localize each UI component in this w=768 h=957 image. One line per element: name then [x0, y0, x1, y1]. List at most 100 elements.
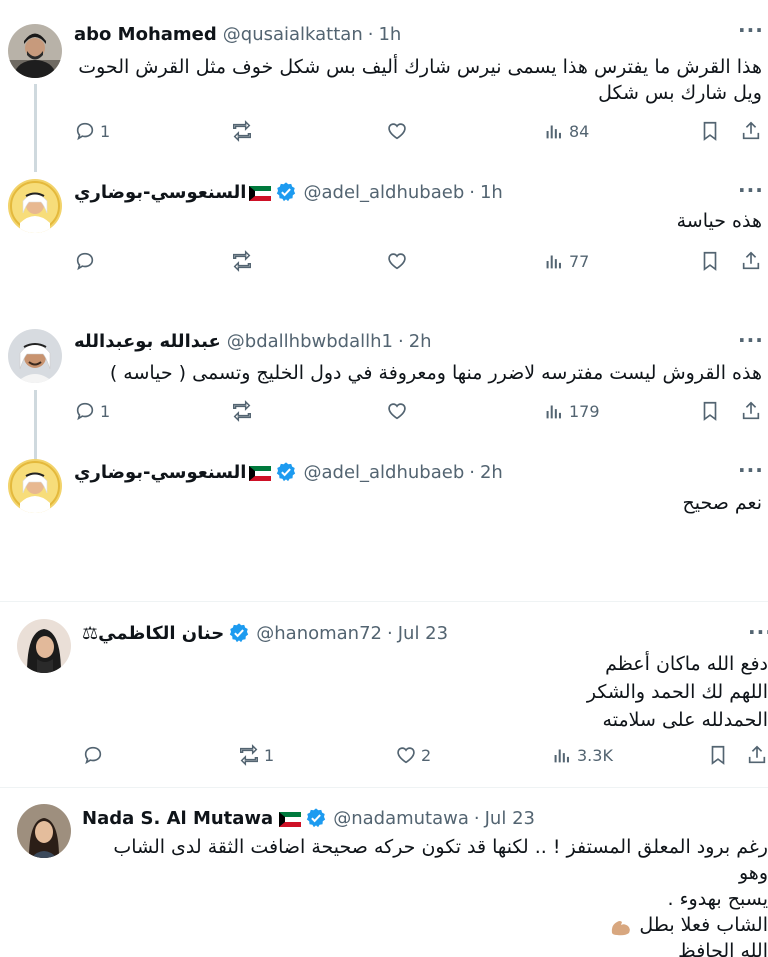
author-name[interactable]: السنعوسي-بوضاري — [74, 182, 246, 203]
retweet-button[interactable] — [231, 120, 257, 142]
retweet-count: 1 — [264, 745, 275, 765]
separator-dot: · — [469, 461, 475, 483]
tweet-5[interactable]: ⚖حنان الكاظمي @hanoman72 · Jul 23 ··· دف… — [0, 602, 768, 787]
like-button[interactable] — [386, 120, 412, 142]
like-button[interactable] — [386, 400, 412, 422]
tweet-4[interactable]: السنعوسي-بوضاري @adel_aldhubaeb · 2h ···… — [0, 450, 768, 600]
views-icon — [546, 125, 561, 139]
retweet-button[interactable]: 1 — [238, 744, 274, 766]
author-handle[interactable]: @nadamutawa — [333, 808, 469, 829]
author-name[interactable]: ⚖حنان الكاظمي — [82, 623, 224, 644]
kuwait-flag-icon — [249, 465, 272, 481]
like-button[interactable]: 2 — [395, 744, 431, 766]
tweet-3[interactable]: عبدالله بوعبدالله @bdallhbwbdallh1 · 2h … — [0, 320, 768, 460]
more-options-icon[interactable]: ··· — [738, 18, 764, 42]
kuwait-flag-icon — [249, 185, 272, 201]
tweet-text-line: هذه القروش ليست مفترسه لاضرر منها ومعروف… — [109, 362, 762, 384]
reply-icon — [76, 252, 94, 271]
like-button[interactable] — [386, 250, 412, 272]
views-icon — [546, 255, 561, 269]
share-icon — [742, 401, 760, 420]
bookmark-button[interactable] — [699, 400, 721, 422]
tweet-header: ⚖حنان الكاظمي @hanoman72 · Jul 23 — [82, 622, 448, 644]
author-handle[interactable]: @hanoman72 — [256, 623, 382, 644]
bookmark-button[interactable] — [699, 250, 721, 272]
views-icon — [546, 405, 561, 419]
share-button[interactable] — [740, 120, 762, 142]
timestamp[interactable]: 1h — [480, 182, 503, 203]
tweet-text: نعم صحيح — [74, 490, 762, 516]
author-name[interactable]: عبدالله بوعبدالله — [74, 331, 221, 352]
tweet-actions: 1 179 — [0, 400, 768, 430]
tweet-actions: 1 2 3.3K — [0, 744, 768, 774]
author-handle[interactable]: @adel_aldhubaeb — [303, 182, 464, 203]
bookmark-button[interactable] — [707, 744, 729, 766]
author-handle[interactable]: @bdallhbwbdallh1 — [227, 331, 393, 352]
tweet-1[interactable]: abo Mohamed @qusaialkattan · 1h ··· هذا … — [0, 0, 768, 172]
tweet-text-line: نعم صحيح — [682, 492, 762, 514]
verified-badge-icon — [277, 462, 296, 482]
verified-badge-icon — [307, 808, 326, 828]
heart-icon — [388, 123, 406, 140]
author-name[interactable]: Nada S. Al Mutawa — [82, 808, 273, 829]
reply-icon — [84, 746, 102, 765]
verified-badge-icon — [230, 623, 249, 643]
tweet-6[interactable]: Nada S. Al Mutawa @nadamutawa · Jul 23 ر… — [0, 788, 768, 957]
timestamp[interactable]: 2h — [480, 462, 503, 483]
timestamp[interactable]: 2h — [409, 331, 432, 352]
avatar[interactable] — [17, 619, 71, 673]
avatar[interactable] — [8, 24, 62, 78]
retweet-icon — [240, 744, 258, 766]
timestamp[interactable]: 1h — [378, 24, 401, 45]
author-handle[interactable]: @qusaialkattan — [223, 24, 363, 45]
reply-button[interactable]: 1 — [74, 120, 110, 142]
reply-button[interactable] — [74, 250, 100, 272]
tweet-text: دفع الله ماكان أعظم اللهم لك الحمد والشك… — [82, 650, 768, 734]
author-handle[interactable]: @adel_aldhubaeb — [303, 462, 464, 483]
more-options-icon[interactable]: ··· — [738, 328, 764, 352]
reply-button[interactable] — [82, 744, 108, 766]
share-button[interactable] — [746, 744, 768, 766]
more-options-icon[interactable]: ··· — [738, 458, 764, 482]
tweet-2[interactable]: السنعوسي-بوضاري @adel_aldhubaeb · 1h ···… — [0, 170, 768, 300]
views-button[interactable]: 3.3K — [551, 744, 613, 766]
tweet-text: هذه القروش ليست مفترسه لاضرر منها ومعروف… — [74, 360, 762, 386]
tweet-text-line: رغم برود المعلق المستفز ! .. لكنها قد تك… — [113, 836, 768, 884]
tweet-actions: 1 84 — [0, 120, 768, 150]
verified-badge-icon — [277, 182, 296, 202]
share-button[interactable] — [740, 250, 762, 272]
views-button[interactable]: 77 — [543, 250, 589, 272]
avatar[interactable] — [17, 804, 71, 858]
views-button[interactable]: 179 — [543, 400, 600, 422]
bookmark-button[interactable] — [699, 120, 721, 142]
reply-button[interactable]: 1 — [74, 400, 110, 422]
views-button[interactable]: 84 — [543, 120, 589, 142]
separator-dot: · — [469, 181, 475, 203]
tweet-text-line: الله الحافظ — [678, 940, 768, 957]
timestamp[interactable]: Jul 23 — [398, 623, 448, 644]
avatar[interactable] — [8, 179, 62, 233]
tweet-text: رغم برود المعلق المستفز ! .. لكنها قد تك… — [82, 834, 768, 957]
author-name-text: حنان الكاظمي — [98, 622, 225, 644]
author-name[interactable]: السنعوسي-بوضاري — [74, 462, 246, 483]
share-button[interactable] — [740, 400, 762, 422]
avatar[interactable] — [8, 459, 62, 513]
retweet-button[interactable] — [231, 250, 257, 272]
tweet-header: abo Mohamed @qusaialkattan · 1h — [74, 24, 401, 45]
author-name[interactable]: abo Mohamed — [74, 24, 217, 45]
more-options-icon[interactable]: ··· — [738, 178, 764, 202]
views-count: 77 — [569, 251, 590, 271]
tweet-header: Nada S. Al Mutawa @nadamutawa · Jul 23 — [82, 807, 535, 829]
avatar[interactable] — [8, 329, 62, 383]
share-icon — [748, 745, 766, 764]
tweet-text: هذه حياسة — [74, 208, 762, 234]
bookmark-icon — [703, 251, 717, 271]
share-icon — [742, 251, 760, 270]
more-options-icon[interactable]: ··· — [748, 620, 768, 644]
retweet-button[interactable] — [231, 400, 257, 422]
tweet-text-line: اللهم لك الحمد والشكر — [586, 681, 768, 703]
bookmark-icon — [703, 401, 717, 421]
timestamp[interactable]: Jul 23 — [485, 808, 535, 829]
separator-dot: · — [387, 622, 393, 644]
views-count: 84 — [569, 121, 590, 141]
